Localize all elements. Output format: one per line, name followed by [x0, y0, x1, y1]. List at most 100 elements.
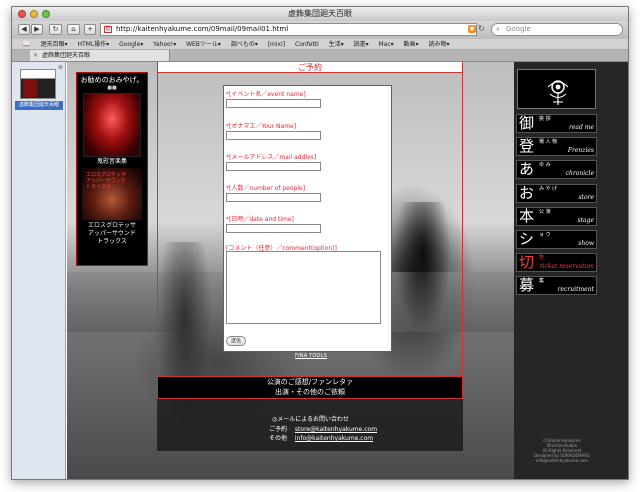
bookmark-item[interactable]: Confetti	[295, 39, 319, 49]
menu-item-english: store	[578, 194, 594, 201]
menu-item-english: recruitment	[557, 286, 594, 293]
history-sidebar: ⊗ 虚飾集団廻天百眼	[12, 62, 66, 479]
right-menu: 御挨 拶 read me 登場 人 物 Frenzies あゆ み chronicle おみ…	[514, 62, 628, 479]
nav-toolbar: ◀ ▶ ↻ ⌂ + 廻 http://kaitenhyakume.com/09m…	[12, 21, 628, 39]
close-tab-icon[interactable]: ✕	[33, 50, 38, 61]
menu-item[interactable]: ショ ウ show	[516, 230, 597, 249]
menu-item-reading: 公 演	[539, 209, 551, 215]
browser-window: 虚飾集団廻天百眼 ◀ ▶ ↻ ⌂ + 廻 http://kaitenhyakum…	[11, 6, 629, 480]
site-logo[interactable]	[517, 69, 596, 109]
mail-address-label: *[メールアドレス／mail addles]	[226, 154, 317, 161]
promo-title: お勧めのおみやげ。	[80, 76, 144, 84]
bookmarks-book-icon[interactable]: 📖	[22, 39, 31, 49]
menu-item[interactable]: 本公 演 stage	[516, 207, 597, 226]
date-time-label: *[日時／date and time]	[226, 216, 294, 223]
menu-item[interactable]: 切符 ticket reservation	[516, 253, 597, 272]
menu-item-kanji: お	[519, 184, 535, 202]
menu-item-english: read me	[569, 124, 594, 131]
menu-item[interactable]: あゆ み chronicle	[516, 160, 597, 179]
url-bar[interactable]: 廻 http://kaitenhyakume.com/09mail/09mail…	[100, 23, 477, 36]
contact-row-other: その他 info@kaitenhyakume.com	[269, 433, 373, 442]
window-controls	[18, 10, 50, 18]
promo-dots: ■■	[107, 85, 117, 91]
menu-item-kanji: 本	[519, 207, 535, 225]
mail-address-input[interactable]	[226, 162, 321, 171]
search-placeholder: Google	[506, 25, 531, 33]
bookmark-item[interactable]: HTML操作▾	[77, 39, 109, 49]
menu-item-reading: ゆ み	[539, 162, 551, 168]
reload-small-icon[interactable]: ↻	[478, 25, 485, 33]
copyright: (C)KaitenHyakume Shashinshudan All Right…	[534, 438, 590, 463]
menu-item-kanji: 募	[519, 276, 535, 294]
menu-item[interactable]: おみ や げ store	[516, 184, 597, 203]
form-heading: ご予約	[158, 62, 462, 73]
tab-active[interactable]: ✕ 虚飾集団廻天百眼	[30, 50, 170, 61]
bookmark-item[interactable]: Yahoo!▾	[153, 39, 176, 49]
your-name-input[interactable]	[226, 131, 321, 140]
add-bookmark-button[interactable]: +	[84, 24, 96, 35]
contact-key: ご予約	[269, 426, 288, 433]
menu-item-kanji: 御	[519, 114, 535, 132]
zoom-window-button[interactable]	[42, 10, 50, 18]
event-name-label: *[イベント名／event name]	[226, 91, 306, 98]
bookmark-item[interactable]: 読書▾	[354, 39, 369, 49]
page-thumbnail[interactable]	[20, 69, 56, 99]
bookmark-item[interactable]: 生活▾	[329, 39, 344, 49]
bookmark-item[interactable]: Google▾	[119, 39, 143, 49]
search-icon: ⌕	[496, 25, 500, 33]
bookmark-item[interactable]: [mixi]	[268, 39, 285, 49]
number-of-people-label: *[人数／number of people]	[226, 185, 306, 192]
info-email-link[interactable]: info@kaitenhyakume.com	[295, 435, 373, 442]
menu-item-english: Frenzies	[567, 147, 594, 154]
sidebar-close-icon[interactable]: ⊗	[58, 64, 63, 71]
fina-tools-link[interactable]: FINA TOOLS	[295, 353, 327, 359]
store-email-link[interactable]: store@kaitenhyakume.com	[295, 426, 377, 433]
back-button[interactable]: ◀	[18, 24, 30, 35]
rss-icon[interactable]: ◉	[468, 25, 476, 33]
bookmark-item[interactable]: 動画▾	[404, 39, 419, 49]
bookmarks-bar: 📖 廻天百眼▾ HTML操作▾ Google▾ Yahoo!▾ WEBツール▾ …	[12, 39, 628, 50]
menu-item-english: ticket reservation	[540, 263, 594, 270]
date-time-input[interactable]	[226, 224, 321, 233]
home-button[interactable]: ⌂	[67, 24, 80, 35]
close-window-button[interactable]	[18, 10, 26, 18]
bookmark-item[interactable]: WEBツール▾	[186, 39, 221, 49]
bookmark-item[interactable]: 廻天百眼▾	[41, 39, 68, 49]
menu-item[interactable]: 登場 人 物 Frenzies	[516, 137, 597, 156]
web-page: お勧めのおみやげ。 ■■ 鬼慰音楽集 エロスグロテッサ アッパーサウンド トラッ…	[67, 62, 628, 479]
promo-image-1[interactable]	[83, 93, 141, 157]
number-of-people-input[interactable]	[226, 193, 321, 202]
window-title: 虚飾集団廻天百眼	[288, 9, 352, 18]
event-name-input[interactable]	[226, 99, 321, 108]
menu-item-reading: 符	[539, 255, 545, 261]
menu-item-reading: 挨 拶	[539, 116, 551, 122]
bookmark-item[interactable]: 調べもの▾	[231, 39, 258, 49]
reload-button[interactable]: ↻	[49, 24, 62, 35]
reservation-form: *[イベント名／event name] *[オナマエ／Your Name] *[…	[223, 85, 392, 352]
bookmark-item[interactable]: Mac▾	[379, 39, 394, 49]
send-button[interactable]: 送信	[226, 336, 247, 346]
request-link[interactable]: 出演・その他のご依頼	[158, 387, 462, 398]
page-thumbnail-label[interactable]: 虚飾集団廻天百眼	[15, 101, 63, 110]
menu-item[interactable]: 募集 recruitment	[516, 276, 597, 295]
promo-caption-1[interactable]: 鬼慰音楽集	[77, 157, 147, 166]
minimize-window-button[interactable]	[30, 10, 38, 18]
menu-item-reading: 集	[539, 278, 545, 284]
bookmark-item[interactable]: 読み物▾	[428, 39, 449, 49]
fan-letter-link[interactable]: 公演のご感想/ファンレタァ	[158, 376, 462, 387]
promo-caption-2[interactable]: エロスグロテッサ アッパーサウンド トラックス	[77, 220, 147, 246]
contact-info: ◎メールによるお問い合わせ ご予約 store@kaitenhyakume.co…	[157, 399, 463, 451]
promo-image-2-text: エロスグロテッサ アッパーサウンド トラックス	[86, 172, 127, 190]
menu-item-english: chronicle	[565, 170, 594, 177]
menu-item-kanji: 切	[519, 253, 535, 271]
promo-image-2[interactable]: エロスグロテッサ アッパーサウンド トラックス	[82, 168, 142, 220]
your-name-label: *[オナマエ／Your Name]	[226, 123, 297, 130]
comment-textarea[interactable]	[226, 251, 381, 324]
menu-item-reading: み や げ	[539, 186, 558, 192]
forward-button[interactable]: ▶	[31, 24, 43, 35]
menu-item-kanji: シ	[519, 230, 535, 248]
contact-title: ◎メールによるお問い合わせ	[272, 416, 350, 423]
search-field[interactable]: ⌕ Google	[491, 23, 623, 36]
menu-item-kanji: 登	[519, 137, 535, 155]
menu-item[interactable]: 御挨 拶 read me	[516, 114, 597, 133]
